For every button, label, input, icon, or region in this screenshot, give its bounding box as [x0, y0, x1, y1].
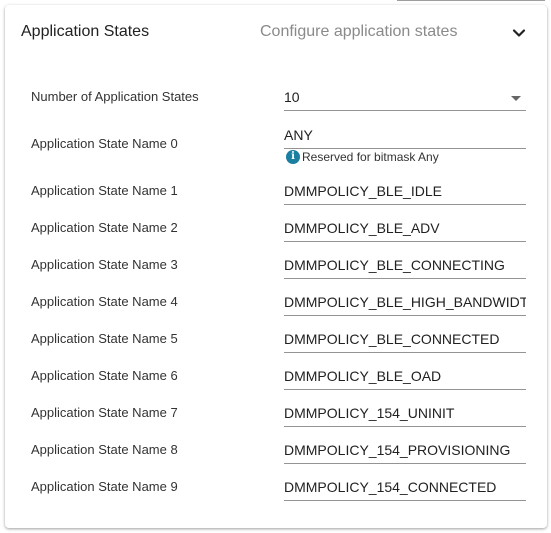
state-name-field-0[interactable]: ANY	[284, 124, 526, 149]
state-name-field-4[interactable]: DMMPOLICY_BLE_HIGH_BANDWIDTH	[284, 291, 526, 316]
state-value-0: ANY	[284, 127, 313, 143]
state-label-6: Application State Name 6	[31, 368, 178, 383]
state-label-5: Application State Name 5	[31, 331, 178, 346]
state-label-4: Application State Name 4	[31, 294, 178, 309]
state-label-7: Application State Name 7	[31, 405, 178, 420]
top-divider	[397, 0, 545, 1]
state-name-field-9[interactable]: DMMPOLICY_154_CONNECTED	[284, 476, 526, 501]
state-name-field-3[interactable]: DMMPOLICY_BLE_CONNECTING	[284, 254, 526, 279]
state-name-field-2[interactable]: DMMPOLICY_BLE_ADV	[284, 217, 526, 242]
state-value-1: DMMPOLICY_BLE_IDLE	[284, 183, 442, 199]
state-value-4: DMMPOLICY_BLE_HIGH_BANDWIDTH	[284, 294, 526, 310]
panel-title: Application States	[21, 23, 150, 40]
state-label-0: Application State Name 0	[31, 136, 178, 151]
state-value-7: DMMPOLICY_154_UNINIT	[284, 405, 455, 421]
state-value-8: DMMPOLICY_154_PROVISIONING	[284, 442, 511, 458]
helper-text: Reserved for bitmask Any	[302, 150, 439, 164]
state-value-6: DMMPOLICY_BLE_OAD	[284, 368, 442, 384]
state-label-1: Application State Name 1	[31, 183, 178, 198]
state-label-2: Application State Name 2	[31, 220, 178, 235]
num-states-select[interactable]: 10	[284, 86, 526, 111]
state-value-2: DMMPOLICY_BLE_ADV	[284, 220, 440, 236]
dropdown-arrow-icon[interactable]	[511, 96, 521, 101]
state-value-9: DMMPOLICY_154_CONNECTED	[284, 479, 497, 495]
state-value-5: DMMPOLICY_BLE_CONNECTED	[284, 331, 500, 347]
panel-header[interactable]: Application States Configure application…	[5, 5, 547, 61]
panel-subtitle: Configure application states	[260, 23, 458, 40]
state-name-field-7[interactable]: DMMPOLICY_154_UNINIT	[284, 402, 526, 427]
application-states-panel: Application States Configure application…	[5, 5, 547, 528]
state-name-field-8[interactable]: DMMPOLICY_154_PROVISIONING	[284, 439, 526, 464]
num-states-label: Number of Application States	[31, 89, 199, 104]
info-icon: i	[286, 150, 300, 164]
state-name-field-1[interactable]: DMMPOLICY_BLE_IDLE	[284, 180, 526, 205]
state-label-3: Application State Name 3	[31, 257, 178, 272]
chevron-down-icon[interactable]	[511, 25, 527, 41]
state-name-field-5[interactable]: DMMPOLICY_BLE_CONNECTED	[284, 328, 526, 353]
state-value-3: DMMPOLICY_BLE_CONNECTING	[284, 257, 505, 273]
state-label-8: Application State Name 8	[31, 442, 178, 457]
state-label-9: Application State Name 9	[31, 479, 178, 494]
state-name-field-6[interactable]: DMMPOLICY_BLE_OAD	[284, 365, 526, 390]
num-states-value: 10	[284, 89, 300, 105]
